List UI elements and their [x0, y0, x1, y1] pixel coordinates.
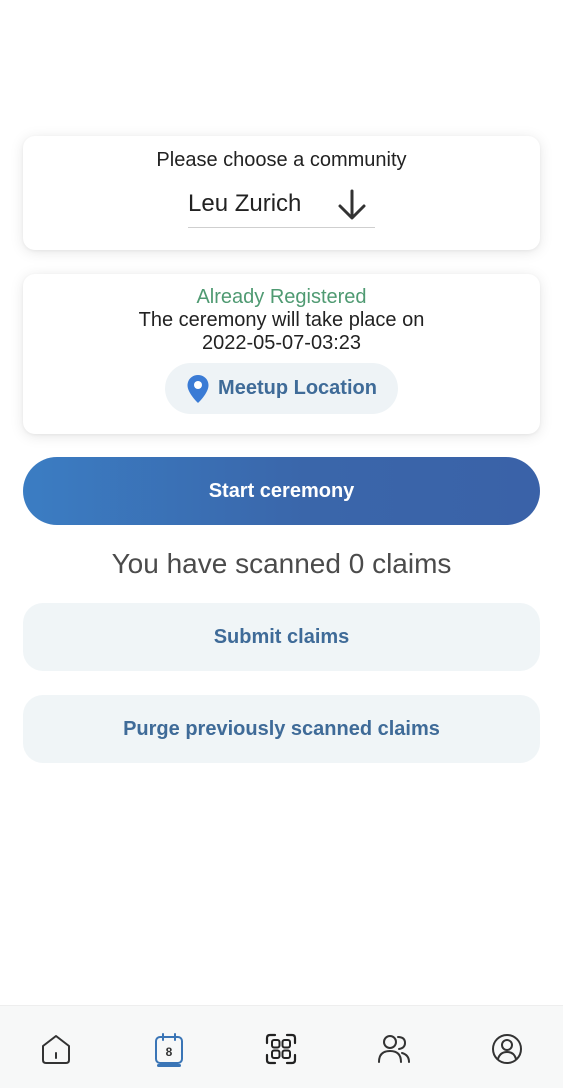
meetup-location-label: Meetup Location	[218, 377, 377, 399]
community-selected-value: Leu Zurich	[188, 190, 302, 217]
nav-contacts[interactable]	[359, 1006, 429, 1088]
submit-claims-button[interactable]: Submit claims	[23, 603, 540, 671]
ceremony-datetime: 2022-05-07-03:23	[201, 332, 361, 354]
active-tab-indicator	[156, 1064, 181, 1067]
calendar-badge: 8	[166, 1045, 173, 1059]
location-pin-icon	[187, 374, 209, 403]
scanned-claims-status: You have scanned 0 claims	[111, 548, 452, 579]
community-card: Please choose a community Leu Zurich	[23, 136, 540, 250]
arrow-down-icon	[338, 189, 366, 220]
people-icon	[378, 1035, 411, 1063]
qr-scan-icon	[266, 1033, 297, 1065]
purge-claims-button[interactable]: Purge previously scanned claims	[23, 695, 540, 763]
meetup-location-button[interactable]: Meetup Location	[165, 363, 398, 414]
registration-status: Already Registered	[196, 286, 367, 308]
start-ceremony-button[interactable]: Start ceremony	[23, 457, 540, 525]
nav-ceremonies[interactable]: 8	[134, 1006, 204, 1088]
home-icon	[42, 1035, 71, 1064]
meetup-card: Already Registered The ceremony will tak…	[23, 274, 540, 434]
nav-home[interactable]	[21, 1006, 91, 1088]
calendar-icon: 8	[154, 1033, 183, 1064]
community-dropdown[interactable]: Leu Zurich	[188, 184, 375, 228]
app-screen: Please choose a community Leu Zurich Alr…	[0, 0, 563, 1088]
nav-profile[interactable]	[472, 1006, 542, 1088]
community-prompt: Please choose a community	[156, 149, 407, 171]
nav-scan[interactable]	[246, 1006, 316, 1088]
bottom-navigation: 8	[0, 1005, 563, 1088]
ceremony-info-text: The ceremony will take place on	[138, 309, 425, 331]
profile-icon	[491, 1034, 522, 1064]
